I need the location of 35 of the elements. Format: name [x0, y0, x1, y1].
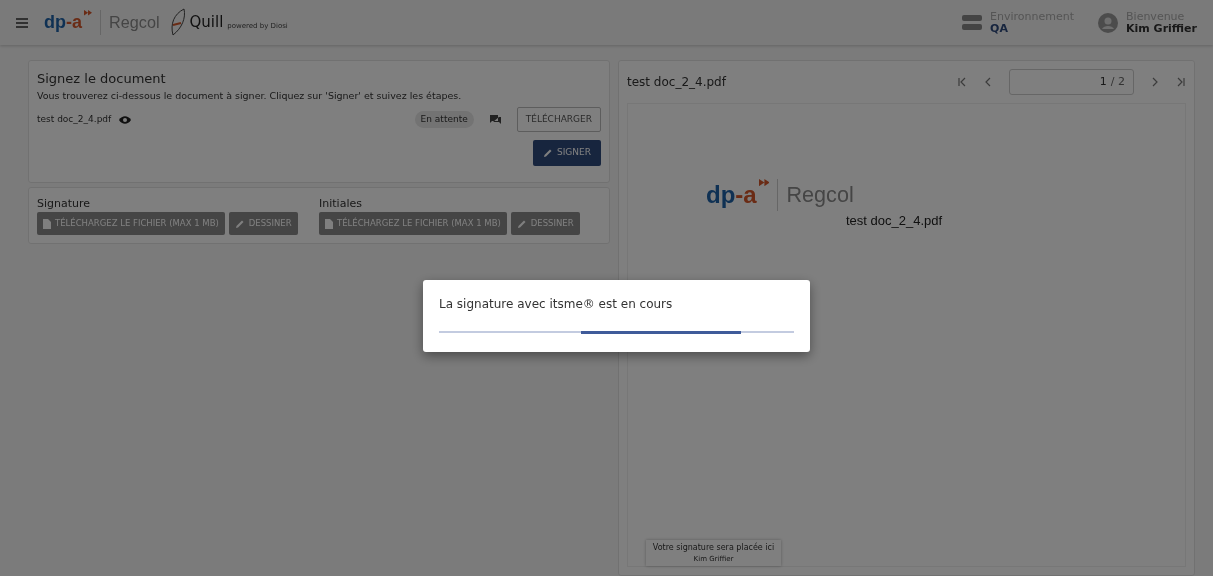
- viewer-title: test doc_2_4.pdf: [627, 74, 726, 91]
- pencil-icon: [234, 218, 245, 229]
- card-description: Vous trouverez ci-dessous le document à signer. Cliquez sur 'Signer' et suivez les étapes.: [37, 88, 463, 103]
- pencil-icon: [543, 148, 553, 158]
- eye-icon[interactable]: [119, 115, 132, 124]
- next-page-icon[interactable]: [1150, 77, 1160, 87]
- last-page-icon[interactable]: [1176, 77, 1186, 87]
- status-chip: En attente: [414, 110, 474, 129]
- double-arrow-icon: [84, 10, 93, 16]
- file-icon: [325, 218, 333, 229]
- environment-value: QA: [990, 22, 1009, 35]
- previous-page-icon[interactable]: [983, 77, 993, 87]
- progress-message: La signature avec itsme® est en cours: [439, 296, 674, 313]
- user-avatar-icon: [1098, 12, 1119, 33]
- pencil-icon: [516, 218, 527, 229]
- menu-icon[interactable]: [16, 17, 28, 28]
- file-icon: [43, 218, 51, 229]
- comments-icon[interactable]: [489, 114, 501, 125]
- page-number-field[interactable]: 1 / 2: [1009, 69, 1134, 95]
- app-name: Quill: [189, 12, 224, 34]
- first-page-icon[interactable]: [957, 77, 967, 87]
- user-name: Kim Griffier: [1126, 22, 1197, 35]
- double-arrow-icon: [758, 179, 770, 187]
- document-title: test doc_2_4.pdf: [846, 212, 944, 231]
- brand-logo: dp-a: [706, 183, 757, 208]
- section-label: Signature: [37, 195, 92, 212]
- placeholder-text: Votre signature sera placée ici: [651, 541, 776, 554]
- brand-logo: dp-a: [44, 13, 82, 32]
- product-name: Regcol: [777, 179, 854, 212]
- section-label: Initiales: [319, 195, 363, 212]
- download-button[interactable]: TÉLÉCHARGER: [516, 106, 601, 133]
- server-icon: [962, 14, 983, 31]
- card-title: Signez le document: [37, 70, 167, 88]
- sign-button[interactable]: SIGNER: [533, 140, 601, 166]
- file-name: test doc_2_4.pdf: [37, 112, 112, 126]
